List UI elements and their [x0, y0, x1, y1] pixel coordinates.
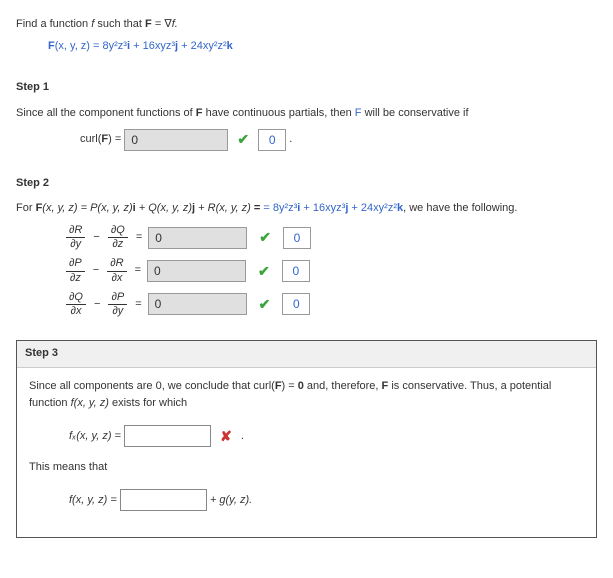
step3-header: Step 3	[17, 341, 596, 368]
intro-line: Find a function f such that F = ∇f.	[16, 16, 597, 34]
f-rhs: + g(y, z).	[210, 494, 252, 506]
f-equation: f(x, y, z) = + g(y, z).	[69, 489, 584, 511]
cross-icon: ✘	[220, 428, 232, 444]
partial-input-2[interactable]: 0	[147, 260, 246, 282]
partial-row-2: ∂P∂z − ∂R∂x = 0 ✔ 0	[64, 257, 597, 284]
step1-equation: curl(F) = 0 ✔ 0 .	[80, 128, 597, 150]
curl-answer: 0	[258, 129, 286, 151]
step2-text: For F(x, y, z) = P(x, y, z)i + Q(x, y, z…	[16, 200, 597, 218]
fx-label: fₓ(x, y, z) =	[69, 430, 124, 442]
check-icon: ✔	[237, 131, 249, 147]
partial-answer-2: 0	[282, 260, 310, 282]
partial-row-3: ∂Q∂x − ∂P∂y = 0 ✔ 0	[64, 291, 597, 318]
step3-container: Step 3 Since all components are 0, we co…	[16, 340, 597, 538]
check-icon: ✔	[259, 293, 271, 315]
check-icon: ✔	[259, 226, 271, 248]
intro-equation: F(x, y, z) = 8y²z³i + 16xyz³j + 24xy²z²k	[48, 38, 597, 56]
check-icon: ✔	[258, 260, 270, 282]
fraction: ∂Q∂x	[66, 291, 86, 318]
partial-answer-3: 0	[282, 293, 310, 315]
partial-answer-1: 0	[283, 227, 311, 249]
fraction: ∂P∂z	[66, 257, 85, 284]
step2-header: Step 2	[16, 175, 597, 193]
step1-header: Step 1	[16, 79, 597, 97]
partial-row-1: ∂R∂y − ∂Q∂z = 0 ✔ 0	[64, 224, 597, 251]
fraction: ∂R∂y	[66, 224, 85, 251]
this-means-text: This means that	[29, 459, 584, 477]
step1-text: Since all the component functions of F h…	[16, 105, 597, 123]
f-label: f(x, y, z) =	[69, 494, 120, 506]
curl-input[interactable]: 0	[124, 129, 228, 151]
fx-input[interactable]	[124, 425, 211, 447]
partial-input-3[interactable]: 0	[148, 293, 247, 315]
fraction: ∂Q∂z	[108, 224, 128, 251]
partial-input-1[interactable]: 0	[148, 227, 247, 249]
f-input[interactable]	[120, 489, 207, 511]
fraction: ∂P∂y	[108, 291, 127, 318]
step3-text: Since all components are 0, we conclude …	[29, 378, 584, 413]
fraction: ∂R∂x	[107, 257, 126, 284]
intro-text: Find a function	[16, 18, 91, 30]
fx-equation: fₓ(x, y, z) = ✘ .	[69, 425, 584, 447]
